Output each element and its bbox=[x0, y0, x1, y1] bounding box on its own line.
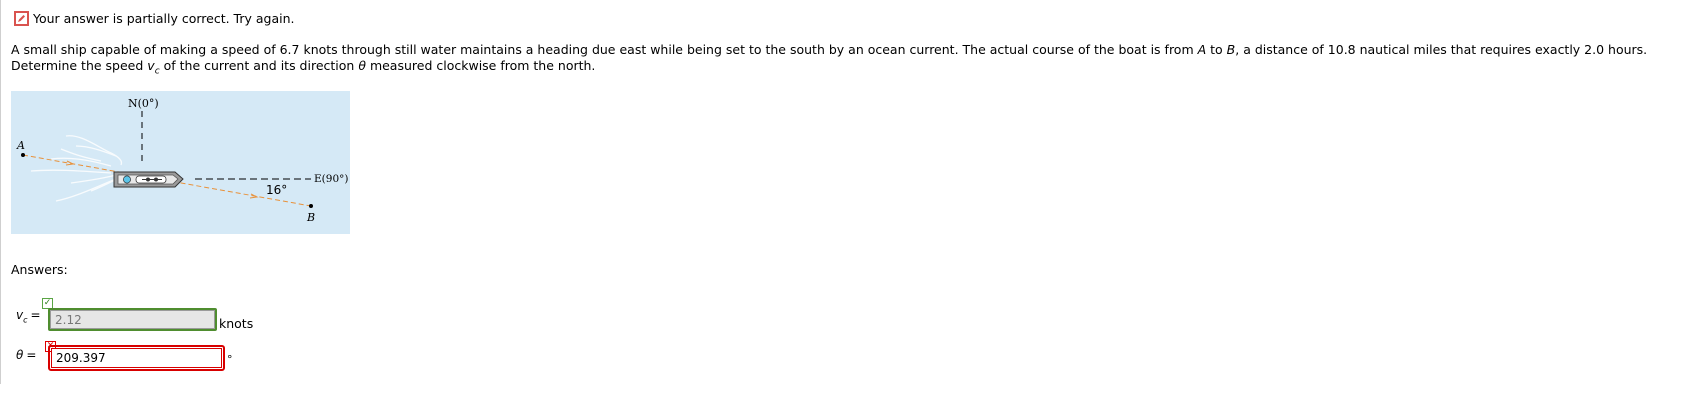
label-b: B bbox=[306, 211, 315, 224]
north-label: N(0°) bbox=[128, 97, 159, 110]
vc-answer-input[interactable] bbox=[50, 310, 215, 329]
point-b-ref: B bbox=[1226, 42, 1236, 57]
feedback-status: Your answer is partially correct. Try ag… bbox=[14, 9, 294, 27]
theta-answer-input[interactable] bbox=[51, 348, 222, 368]
ship-diagram: N(0°) E(90°) A B 16° bbox=[11, 91, 350, 234]
theta-unit: ° bbox=[227, 353, 233, 366]
vc-symbol: vc bbox=[147, 58, 160, 77]
theta-label: θ = bbox=[16, 348, 37, 362]
east-label: E(90°) bbox=[314, 173, 348, 185]
feedback-text: Your answer is partially correct. Try ag… bbox=[33, 10, 295, 26]
point-a bbox=[21, 153, 25, 157]
theta-symbol: θ bbox=[358, 58, 366, 73]
vc-label: vc = bbox=[16, 308, 41, 325]
problem-statement: A small ship capable of making a speed o… bbox=[11, 42, 1648, 77]
answer-row-vc: vc= ✓ knots bbox=[0, 296, 270, 331]
theta-field-frame bbox=[48, 345, 225, 371]
angle-label: 16° bbox=[266, 183, 287, 197]
pencil-edit-icon bbox=[14, 10, 29, 26]
answer-row-theta: θ= ✕ ° bbox=[0, 339, 240, 371]
point-b bbox=[309, 204, 313, 208]
vc-unit: knots bbox=[219, 316, 254, 331]
answers-heading: Answers: bbox=[11, 262, 68, 277]
ship-icon bbox=[113, 171, 184, 188]
label-a: A bbox=[16, 139, 25, 152]
vc-field-frame bbox=[48, 308, 217, 331]
point-a-ref: A bbox=[1197, 42, 1207, 57]
